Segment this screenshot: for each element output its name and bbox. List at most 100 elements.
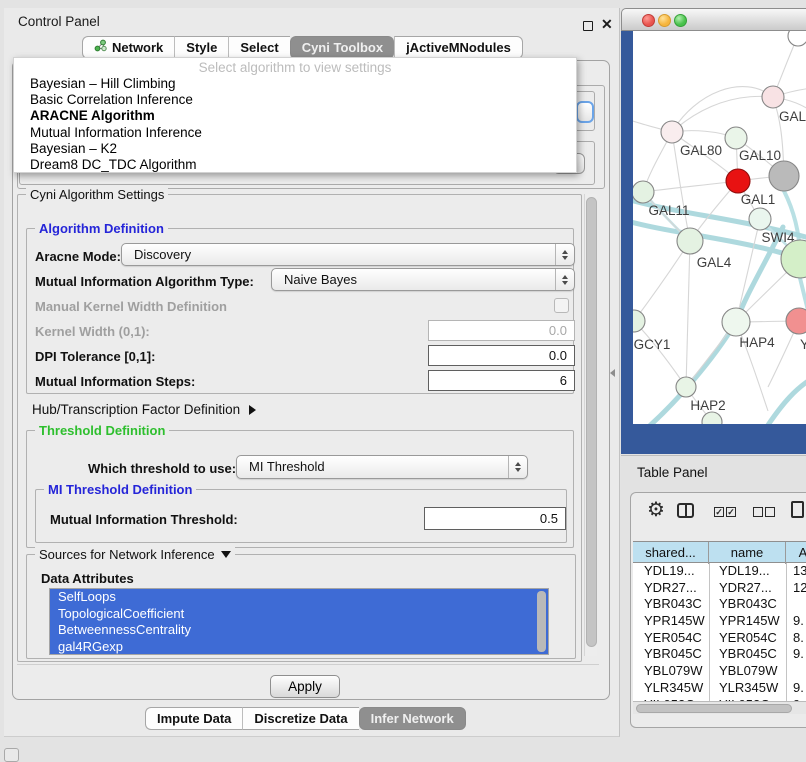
algorithm-definition-group: Algorithm Definition Aracne Mode: Discov… xyxy=(26,228,574,394)
divider xyxy=(17,664,599,665)
table-row[interactable]: YBR045CYBR045C9. xyxy=(633,646,806,663)
table-row[interactable]: YPR145WYPR145W9. xyxy=(633,613,806,630)
cyni-algorithm-settings-group: Cyni Algorithm Settings Algorithm Defini… xyxy=(17,194,582,662)
network-view-window: GALGAL80GAL10GAL1GAL11SWI4GAL4GCY1HAP4YH… xyxy=(621,8,806,454)
panel-splitter-handle[interactable] xyxy=(610,369,615,377)
algorithm-dropdown-open[interactable]: Select algorithm to view settingsBayesia… xyxy=(13,57,577,173)
checked-box-icon[interactable]: ✓ xyxy=(726,507,736,517)
node[interactable] xyxy=(769,161,799,191)
node-label: GAL10 xyxy=(739,148,781,163)
column-header[interactable]: shared... xyxy=(633,542,709,564)
algorithm-option[interactable]: Bayesian – Hill Climbing xyxy=(14,76,576,92)
algorithm-option[interactable]: Bayesian – K2 xyxy=(14,141,576,157)
tab-select[interactable]: Select xyxy=(228,36,289,59)
algorithm-option[interactable]: ARACNE Algorithm xyxy=(14,108,576,124)
which-threshold-select[interactable]: MI Threshold xyxy=(236,455,528,479)
mi-algorithm-type-select[interactable]: Naive Bayes xyxy=(271,268,575,291)
node[interactable] xyxy=(788,31,806,46)
node[interactable] xyxy=(781,240,806,278)
sources-toggle[interactable]: Sources for Network Inference xyxy=(35,547,235,562)
node[interactable] xyxy=(702,412,722,424)
dpi-tolerance-label: DPI Tolerance [0,1]: xyxy=(35,349,155,364)
node-label: GCY1 xyxy=(634,337,671,352)
float-window-icon[interactable] xyxy=(583,21,593,31)
bottom-tabbar: Impute DataDiscretize DataInfer Network xyxy=(145,707,466,730)
list-scrollbar[interactable] xyxy=(537,591,546,652)
apply-button[interactable]: Apply xyxy=(270,675,340,698)
zoom-traffic-light-icon[interactable] xyxy=(674,14,687,27)
minimize-traffic-light-icon[interactable] xyxy=(658,14,671,27)
tab-network[interactable]: Network xyxy=(82,36,174,59)
dpi-tolerance-input[interactable]: 0.0 xyxy=(428,345,575,366)
table-body[interactable]: YDL19...YDL19...13YDR27...YDR27...12YBR0… xyxy=(633,563,806,701)
tab-cyni-toolbox[interactable]: Cyni Toolbox xyxy=(290,36,394,59)
node-gal10[interactable] xyxy=(725,127,747,149)
network-window-titlebar[interactable] xyxy=(621,8,806,31)
scrollbar-thumb[interactable] xyxy=(586,197,597,647)
node-hap2[interactable] xyxy=(676,377,696,397)
node-gcy1[interactable] xyxy=(633,310,645,332)
table-cell: YPR145W xyxy=(644,613,705,630)
settings-scrollbar[interactable] xyxy=(584,194,597,656)
tab-jactivemnodules[interactable]: jActiveMNodules xyxy=(394,36,523,59)
attribute-item-selected[interactable]: BetweennessCentrality xyxy=(50,622,548,639)
algorithm-option[interactable]: Mutual Information Inference xyxy=(14,125,576,141)
node-gal4[interactable] xyxy=(677,228,703,254)
sources-title: Sources for Network Inference xyxy=(39,547,215,562)
attribute-item-selected[interactable]: SelfLoops xyxy=(50,589,548,606)
column-divider[interactable] xyxy=(709,563,710,701)
node-swi4[interactable] xyxy=(749,208,771,230)
dropdown-placeholder: Select algorithm to view settings xyxy=(14,60,576,75)
algorithm-option[interactable]: Basic Correlation Inference xyxy=(14,92,576,108)
document-icon[interactable] xyxy=(791,501,804,518)
hidden-combo-focused[interactable] xyxy=(576,101,594,123)
unchecked-box-icon[interactable] xyxy=(765,507,775,517)
node-gal11[interactable] xyxy=(633,181,654,203)
column-header[interactable]: name xyxy=(709,542,786,564)
table-row[interactable]: YBL079WYBL079W xyxy=(633,663,806,680)
aracne-mode-select[interactable]: Discovery xyxy=(121,243,575,266)
data-attributes-list[interactable]: SelfLoopsTopologicalCoefficientBetweenne… xyxy=(49,588,549,655)
node-gal[interactable] xyxy=(762,86,784,108)
columns-icon[interactable] xyxy=(677,503,694,518)
tab-discretize-data[interactable]: Discretize Data xyxy=(242,707,358,730)
attribute-item-selected[interactable]: gal4RGexp xyxy=(50,639,548,655)
table-cell: 13 xyxy=(793,563,806,580)
table-row[interactable]: YER054CYER054C8. xyxy=(633,630,806,647)
mi-threshold-input[interactable]: 0.5 xyxy=(424,507,566,530)
table-row[interactable]: YBR043CYBR043C xyxy=(633,596,806,613)
unchecked-box-icon[interactable] xyxy=(753,507,763,517)
column-header[interactable]: A xyxy=(786,542,806,564)
checked-box-icon[interactable]: ✓ xyxy=(714,507,724,517)
node-y[interactable] xyxy=(786,308,806,334)
table-row[interactable]: YDR27...YDR27...12 xyxy=(633,580,806,597)
node-label: Y xyxy=(800,337,806,352)
tab-style[interactable]: Style xyxy=(174,36,228,59)
attribute-item-selected[interactable]: TopologicalCoefficient xyxy=(50,606,548,623)
hub-definition-toggle[interactable]: Hub/Transcription Factor Definition xyxy=(32,402,256,417)
scrollbar-thumb[interactable] xyxy=(636,704,792,713)
table-cell: YBL079W xyxy=(719,663,778,680)
table-horizontal-scrollbar[interactable] xyxy=(633,701,806,714)
network-canvas[interactable]: GALGAL80GAL10GAL1GAL11SWI4GAL4GCY1HAP4YH… xyxy=(633,31,806,424)
table-row[interactable]: YLR345WYLR345W9. xyxy=(633,680,806,697)
selected-value: Naive Bayes xyxy=(284,269,357,290)
mi-steps-input[interactable]: 6 xyxy=(428,370,575,391)
close-icon[interactable]: ✕ xyxy=(601,16,613,33)
tab-infer-network[interactable]: Infer Network xyxy=(359,707,466,730)
gear-icon[interactable]: ⚙ xyxy=(647,497,665,522)
group-title: Threshold Definition xyxy=(35,423,169,438)
tab-label: Network xyxy=(112,37,163,58)
algorithm-option[interactable]: Dream8 DC_TDC Algorithm xyxy=(14,157,576,173)
node-gal80[interactable] xyxy=(661,121,683,143)
tab-impute-data[interactable]: Impute Data xyxy=(145,707,242,730)
kernel-width-input[interactable]: 0.0 xyxy=(428,320,575,341)
node-hap4[interactable] xyxy=(722,308,750,336)
minimized-panel-icon[interactable] xyxy=(4,748,19,762)
node-gal1[interactable] xyxy=(726,169,750,193)
close-traffic-light-icon[interactable] xyxy=(642,14,655,27)
network-selected-frame: GALGAL80GAL10GAL1GAL11SWI4GAL4GCY1HAP4YH… xyxy=(621,31,806,454)
manual-kernel-checkbox[interactable] xyxy=(554,298,569,313)
table-row[interactable]: YDL19...YDL19...13 xyxy=(633,563,806,580)
column-divider[interactable] xyxy=(786,563,787,701)
